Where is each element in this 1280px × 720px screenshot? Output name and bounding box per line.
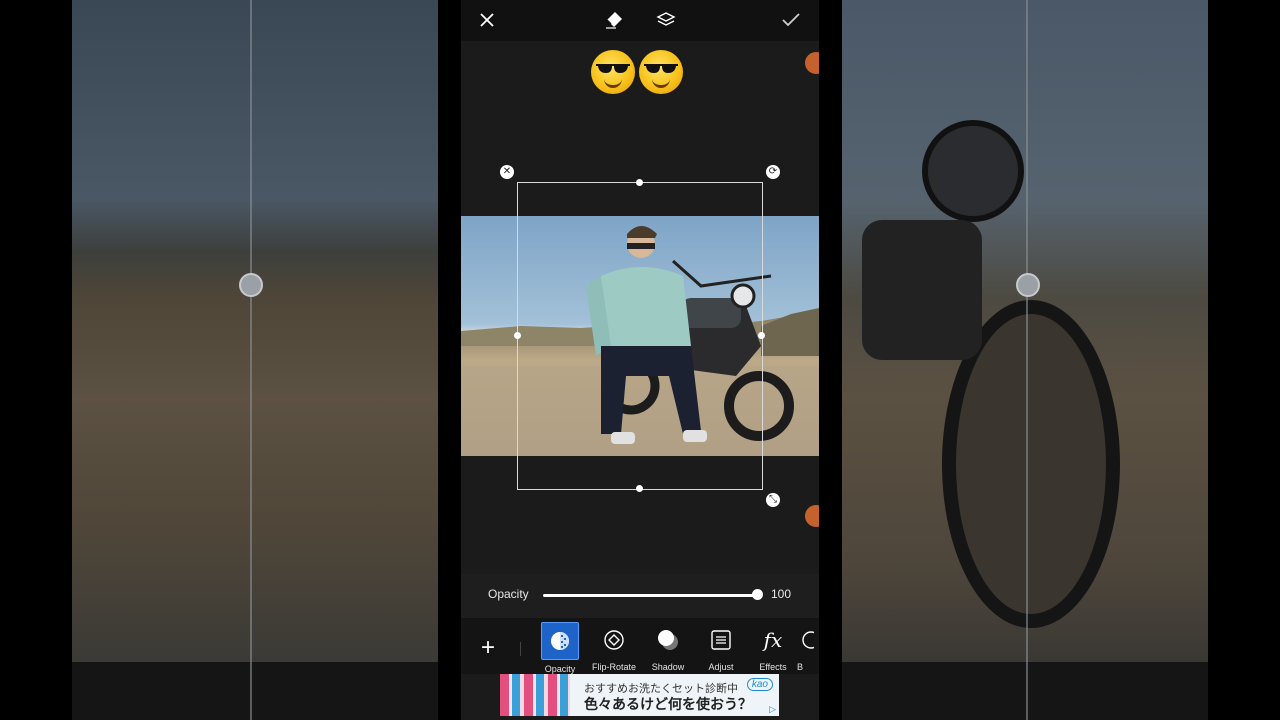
scale-layer-icon[interactable]: ⤡ xyxy=(766,493,780,507)
tool-label: Effects xyxy=(759,662,787,672)
opacity-slider-thumb[interactable] xyxy=(752,589,763,600)
tool-flip-rotate[interactable]: Flip-Rotate xyxy=(585,622,643,674)
add-button[interactable]: + xyxy=(481,636,495,660)
split-line-left[interactable] xyxy=(250,0,252,720)
opacity-slider-track[interactable] xyxy=(543,594,757,597)
resize-handle-bottom[interactable] xyxy=(636,485,643,492)
background-bottom-left xyxy=(72,662,438,720)
opacity-label: Opacity xyxy=(488,587,529,601)
opacity-value: 100 xyxy=(771,587,792,601)
split-knob-right[interactable] xyxy=(1016,273,1040,297)
ad-info-icon[interactable]: ▷ xyxy=(769,704,776,715)
split-knob-left[interactable] xyxy=(239,273,263,297)
delete-layer-icon[interactable]: ✕ xyxy=(500,165,514,179)
tool-opacity[interactable]: Opacity xyxy=(531,622,589,674)
ad-product-image xyxy=(500,674,570,716)
ad-text-line2: 色々あるけど何を使おう？ xyxy=(584,696,752,712)
shadow-icon xyxy=(650,622,686,658)
ad-banner[interactable]: おすすめお洗たくセット診断中 色々あるけど何を使おう？ kao ▷ xyxy=(500,674,779,716)
tool-label: Shadow xyxy=(651,662,685,672)
sunglasses-emoji-icon[interactable] xyxy=(639,50,683,94)
rotate-layer-icon[interactable]: ⟳ xyxy=(766,165,780,179)
tool-label: Opacity xyxy=(544,664,576,674)
brush-tool-icon[interactable] xyxy=(805,52,819,74)
brush-tool-icon[interactable] xyxy=(805,505,819,527)
resize-handle-top[interactable] xyxy=(636,179,643,186)
ad-brand-logo: kao xyxy=(746,678,773,691)
bottom-toolbar: + Opacity Flip-Rotate Shadow Adjust fx E… xyxy=(461,618,819,674)
tool-effects[interactable]: fx Effects xyxy=(744,622,802,674)
flip-rotate-icon xyxy=(596,622,632,658)
tool-label: Adjust xyxy=(708,662,734,672)
sunglasses-emoji-icon[interactable] xyxy=(591,50,635,94)
split-line-right[interactable] xyxy=(1026,0,1028,720)
background-blur-left xyxy=(72,0,438,662)
selection-box[interactable] xyxy=(514,179,765,492)
background-blur-right xyxy=(842,0,1208,662)
eraser-icon[interactable] xyxy=(603,9,625,31)
resize-handle-right[interactable] xyxy=(758,332,765,339)
toolbar-divider xyxy=(520,642,521,656)
resize-handle-left[interactable] xyxy=(514,332,521,339)
tool-adjust[interactable]: Adjust xyxy=(692,622,750,674)
adjust-icon xyxy=(703,622,739,658)
tool-label: B xyxy=(797,662,804,672)
tool-blend[interactable]: B xyxy=(795,622,819,674)
sticker-group[interactable] xyxy=(591,50,683,94)
close-icon[interactable] xyxy=(476,9,498,31)
opacity-control: Opacity 100 xyxy=(461,574,819,618)
editor-screen: ✕ ⟳ ⤡ Opacity 100 + Opacity Flip-Rotate … xyxy=(461,0,819,720)
top-toolbar xyxy=(461,0,819,41)
opacity-icon xyxy=(541,622,579,660)
tool-shadow[interactable]: Shadow xyxy=(639,622,697,674)
background-bottom-right xyxy=(842,662,1208,720)
check-icon[interactable] xyxy=(780,9,802,31)
fx-icon: fx xyxy=(763,628,783,652)
blend-icon xyxy=(800,622,819,658)
layers-icon[interactable] xyxy=(655,9,677,31)
tool-label: Flip-Rotate xyxy=(591,662,636,672)
